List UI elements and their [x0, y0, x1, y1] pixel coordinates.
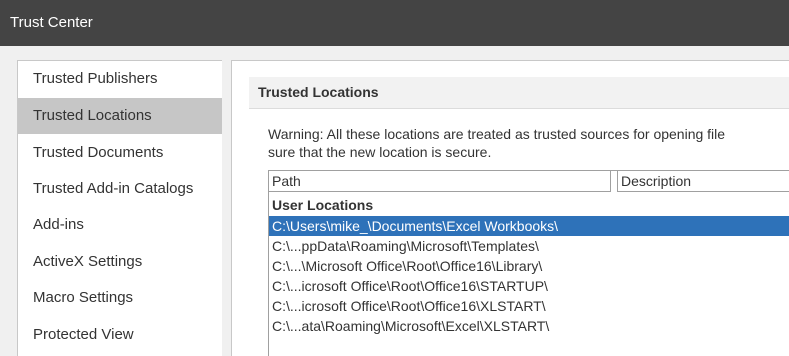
table-row[interactable]: C:\...icrosoft Office\Root\Office16\STAR… [269, 276, 789, 296]
sidebar-item-trusted-publishers[interactable]: Trusted Publishers [18, 61, 222, 97]
trust-center-window: Trust Center Trusted Publishers Trusted … [0, 0, 789, 356]
table-header: Path Description [269, 171, 789, 193]
sidebar-nav: Trusted Publishers Trusted Locations Tru… [17, 60, 222, 356]
window-title: Trust Center [0, 0, 789, 46]
section-title: Trusted Locations [249, 77, 789, 109]
main-panel: Trusted Locations Warning: All these loc… [231, 60, 789, 356]
sidebar-item-trusted-documents[interactable]: Trusted Documents [18, 135, 222, 171]
sidebar-item-add-ins[interactable]: Add-ins [18, 207, 222, 243]
table-row[interactable]: C:\...\Microsoft Office\Root\Office16\Li… [269, 256, 789, 276]
table-row[interactable]: C:\Users\mike_\Documents\Excel Workbooks… [269, 216, 789, 236]
table-row[interactable]: C:\...ppData\Roaming\Microsoft\Templates… [269, 236, 789, 256]
sidebar-item-macro-settings[interactable]: Macro Settings [18, 280, 222, 316]
group-label-user-locations: User Locations [272, 197, 374, 213]
table-row[interactable]: C:\...icrosoft Office\Root\Office16\XLST… [269, 296, 789, 316]
sidebar-item-trusted-add-in-catalogs[interactable]: Trusted Add-in Catalogs [18, 171, 222, 207]
sidebar-item-activex-settings[interactable]: ActiveX Settings [18, 244, 222, 280]
column-header-path[interactable]: Path [269, 171, 611, 192]
sidebar-item-trusted-locations[interactable]: Trusted Locations [18, 98, 222, 134]
warning-line-2: sure that the new location is secure. [268, 144, 492, 160]
column-header-description[interactable]: Description [617, 171, 789, 192]
sidebar-item-protected-view[interactable]: Protected View [18, 317, 222, 353]
warning-line-1: Warning: All these locations are treated… [268, 126, 726, 142]
table-row[interactable]: C:\...ata\Roaming\Microsoft\Excel\XLSTAR… [269, 316, 789, 336]
warning-text: Warning: All these locations are treated… [268, 125, 789, 161]
trusted-locations-table[interactable]: Path Description User Locations C:\Users… [268, 170, 789, 356]
